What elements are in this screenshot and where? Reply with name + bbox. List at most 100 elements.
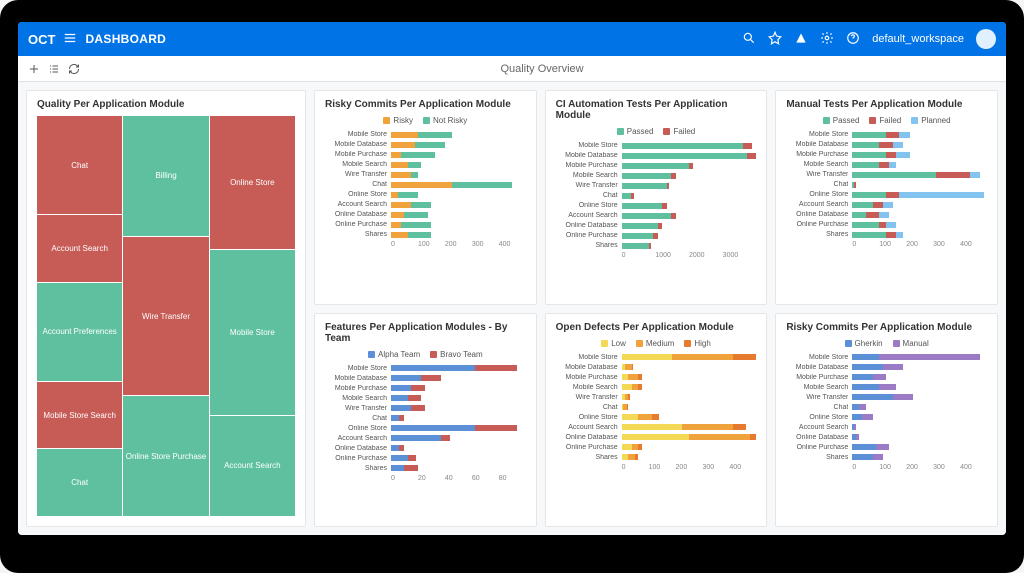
bar-segment[interactable]	[689, 434, 750, 440]
bar-segment[interactable]	[622, 223, 658, 229]
bar-segment[interactable]	[733, 424, 746, 430]
bar-segment[interactable]	[883, 364, 903, 370]
bar-segment[interactable]	[622, 143, 743, 149]
bar-segment[interactable]	[671, 173, 675, 179]
bar-segment[interactable]	[852, 414, 862, 420]
bar-segment[interactable]	[622, 153, 748, 159]
bar-segment[interactable]	[873, 454, 883, 460]
bar-segment[interactable]	[622, 384, 632, 390]
bar-segment[interactable]	[653, 233, 657, 239]
bar-segment[interactable]	[743, 143, 752, 149]
search-icon[interactable]	[742, 31, 756, 48]
bar-segment[interactable]	[622, 183, 667, 189]
bar-segment[interactable]	[631, 193, 635, 199]
treemap-cell[interactable]: Online Store Purchase	[123, 396, 208, 516]
bar-segment[interactable]	[859, 404, 866, 410]
bar-segment[interactable]	[852, 232, 886, 238]
bar-segment[interactable]	[391, 232, 408, 238]
bar-segment[interactable]	[899, 192, 983, 198]
bar-segment[interactable]	[852, 162, 879, 168]
bar-segment[interactable]	[879, 162, 889, 168]
bar-segment[interactable]	[970, 172, 980, 178]
bar-segment[interactable]	[886, 192, 899, 198]
refresh-icon[interactable]	[68, 63, 80, 75]
bar-segment[interactable]	[441, 435, 449, 441]
bar-segment[interactable]	[879, 354, 980, 360]
bar-segment[interactable]	[879, 212, 889, 218]
bar-segment[interactable]	[662, 203, 666, 209]
bar-segment[interactable]	[896, 232, 903, 238]
bar-segment[interactable]	[404, 212, 428, 218]
bar-segment[interactable]	[399, 415, 404, 421]
bar-segment[interactable]	[622, 444, 632, 450]
bar-segment[interactable]	[854, 424, 856, 430]
bar-segment[interactable]	[628, 394, 630, 400]
bar-segment[interactable]	[622, 233, 653, 239]
bar-segment[interactable]	[628, 454, 635, 460]
bar-segment[interactable]	[391, 455, 408, 461]
bar-segment[interactable]	[391, 445, 399, 451]
bar-segment[interactable]	[750, 434, 757, 440]
bar-segment[interactable]	[852, 172, 936, 178]
bar-segment[interactable]	[856, 434, 859, 440]
bar-segment[interactable]	[852, 454, 872, 460]
bar-segment[interactable]	[391, 152, 401, 158]
bar-segment[interactable]	[852, 192, 886, 198]
bar-segment[interactable]	[747, 153, 756, 159]
bar-segment[interactable]	[638, 374, 641, 380]
treemap-cell[interactable]: Online Store	[210, 116, 295, 249]
bar-segment[interactable]	[652, 414, 659, 420]
bar-segment[interactable]	[622, 374, 629, 380]
bar-segment[interactable]	[733, 354, 757, 360]
bar-segment[interactable]	[391, 365, 475, 371]
bar-segment[interactable]	[475, 365, 517, 371]
bar-segment[interactable]	[632, 444, 639, 450]
bar-segment[interactable]	[852, 404, 859, 410]
bar-segment[interactable]	[682, 424, 733, 430]
bar-segment[interactable]	[852, 354, 879, 360]
bar-segment[interactable]	[622, 243, 649, 249]
bar-segment[interactable]	[391, 132, 418, 138]
treemap-cell[interactable]: Account Search	[37, 215, 122, 282]
bar-segment[interactable]	[622, 414, 639, 420]
star-icon[interactable]	[768, 31, 782, 48]
bar-segment[interactable]	[418, 132, 452, 138]
bar-segment[interactable]	[391, 385, 411, 391]
bar-segment[interactable]	[886, 152, 896, 158]
bar-segment[interactable]	[854, 182, 856, 188]
bar-segment[interactable]	[622, 173, 671, 179]
bar-segment[interactable]	[399, 445, 404, 451]
bar-segment[interactable]	[899, 132, 909, 138]
bar-segment[interactable]	[408, 162, 421, 168]
bar-segment[interactable]	[862, 414, 872, 420]
bar-segment[interactable]	[391, 212, 404, 218]
bar-segment[interactable]	[622, 454, 629, 460]
bar-segment[interactable]	[411, 172, 418, 178]
treemap-cell[interactable]: Chat	[37, 116, 122, 214]
bar-segment[interactable]	[658, 223, 662, 229]
bar-segment[interactable]	[622, 434, 689, 440]
bar-segment[interactable]	[852, 212, 865, 218]
bar-segment[interactable]	[667, 183, 669, 189]
treemap-cell[interactable]: Wire Transfer	[123, 237, 208, 395]
bar-segment[interactable]	[391, 222, 401, 228]
bar-segment[interactable]	[391, 375, 421, 381]
bar-segment[interactable]	[415, 142, 445, 148]
treemap-cell[interactable]: Account Preferences	[37, 283, 122, 381]
bar-segment[interactable]	[852, 202, 872, 208]
bar-segment[interactable]	[475, 425, 517, 431]
bar-segment[interactable]	[391, 142, 415, 148]
bar-segment[interactable]	[421, 375, 441, 381]
bar-segment[interactable]	[408, 455, 416, 461]
bar-segment[interactable]	[852, 444, 876, 450]
list-icon[interactable]	[48, 63, 60, 75]
bar-segment[interactable]	[852, 222, 879, 228]
bar-segment[interactable]	[401, 222, 431, 228]
bar-segment[interactable]	[852, 142, 879, 148]
bar-segment[interactable]	[886, 132, 899, 138]
bar-segment[interactable]	[649, 243, 651, 249]
bar-segment[interactable]	[671, 213, 675, 219]
bar-segment[interactable]	[391, 162, 408, 168]
bar-segment[interactable]	[879, 142, 892, 148]
bar-segment[interactable]	[852, 152, 886, 158]
